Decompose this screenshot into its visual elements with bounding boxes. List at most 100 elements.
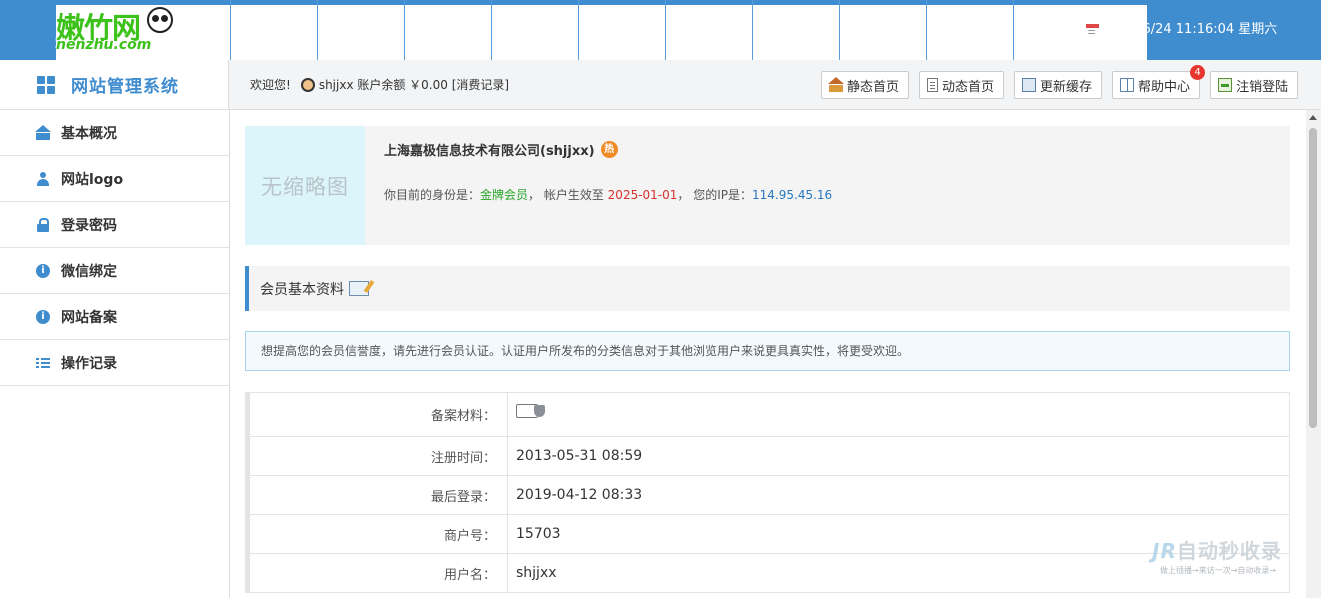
profile-card: 无缩略图 上海嘉极信息技术有限公司(shjjxx) 热 你目前的身份是：金牌会员… [245, 126, 1290, 245]
home-icon [828, 77, 844, 92]
nav-page-management[interactable]: 单页管理 [404, 0, 491, 60]
main-nav: 用户信息 网站设置 单页管理 文章管理 图文管理 下载管理 账户管理 微信管理 … [230, 0, 1015, 60]
info-icon: i [36, 263, 50, 278]
sub-header: 网站管理系统 欢迎您! shjjxx 账户余额 ￥0.00 [消费记录] 静态首… [0, 60, 1321, 110]
help-center-button[interactable]: 帮助中心 4 [1112, 65, 1206, 99]
nav-wechat-management[interactable]: 微信管理 [839, 0, 926, 60]
account-balance-text[interactable]: shjjxx 账户余额 ￥0.00 [消费记录] [319, 60, 509, 110]
nav-download-management[interactable]: 下载管理 [665, 0, 752, 60]
section-title-text: 会员基本资料 [260, 281, 344, 298]
nav-gallery-management[interactable]: 图文管理 [578, 0, 665, 60]
row-value: 2019-04-12 08:33 [508, 476, 1290, 514]
logout-button[interactable]: 注销登陆 [1210, 71, 1299, 99]
sidebar: 基本概况 网站logo 登录密码 i 微信绑定 i 网站备案 操作记录 [0, 110, 230, 598]
static-home-label: 静态首页 [847, 79, 900, 95]
datetime-display: 2023/6/24 11:16:04 星期六 [1086, 0, 1277, 60]
home-icon [35, 124, 51, 140]
member-info-table: 备案材料： 注册时间： 2013-05-31 08:59 最后登录： 2019-… [245, 392, 1290, 593]
id-card-icon[interactable] [516, 403, 545, 418]
info-icon: i [36, 309, 50, 324]
refresh-cache-label: 更新缓存 [1040, 79, 1093, 95]
user-icon [36, 171, 50, 186]
company-name: 上海嘉极信息技术有限公司(shjjxx) 热 [384, 140, 618, 159]
system-title: 网站管理系统 [71, 77, 179, 97]
list-icon [36, 356, 50, 370]
datetime-text: 2023/6/24 11:16:04 星期六 [1105, 22, 1278, 37]
row-value [508, 393, 1290, 436]
row-value: 2013-05-31 08:59 [508, 437, 1290, 475]
scroll-thumb[interactable] [1309, 128, 1317, 428]
identity-prefix: 你目前的身份是： [384, 188, 481, 202]
top-navbar: 嫩竹网 nenzhu.com 用户信息 网站设置 单页管理 文章管理 图文管理 … [0, 0, 1321, 493]
grid-icon [37, 75, 55, 94]
sidebar-item-label: 微信绑定 [61, 263, 117, 280]
sidebar-item-label: 登录密码 [61, 217, 117, 234]
nav-site-update[interactable]: 网站更新 [926, 0, 1015, 60]
nav-user-info[interactable]: 用户信息 [230, 0, 317, 60]
watermark: JR自动秒收录 做上插播→来访一次→自动收录→ [1152, 535, 1302, 575]
notification-badge: 4 [1190, 65, 1206, 80]
main-content: 无缩略图 上海嘉极信息技术有限公司(shjjxx) 热 你目前的身份是：金牌会员… [230, 110, 1321, 598]
ip-prefix: ， 您的IP是： [677, 188, 753, 202]
table-row: 最后登录： 2019-04-12 08:33 [250, 476, 1290, 515]
sidebar-item-operation-log[interactable]: 操作记录 [0, 340, 229, 386]
table-row: 用户名： shjjxx [250, 554, 1290, 593]
table-row: 注册时间： 2013-05-31 08:59 [250, 437, 1290, 476]
expiry-date: 2025-01-01 [607, 188, 678, 202]
watermark-logo: JR自动秒收录 [1152, 539, 1282, 563]
vertical-scrollbar[interactable] [1306, 110, 1321, 598]
row-label: 最后登录： [250, 476, 508, 514]
site-logo[interactable]: 嫩竹网 nenzhu.com [52, 5, 1147, 493]
row-label: 商户号： [250, 515, 508, 553]
sidebar-item-site-logo[interactable]: 网站logo [0, 156, 229, 202]
ip-address: 114.95.45.16 [752, 188, 833, 202]
welcome-message: 欢迎您! shjjxx 账户余额 ￥0.00 [消费记录] [250, 60, 509, 110]
user-avatar-icon [300, 78, 315, 92]
welcome-greeting: 欢迎您! [250, 78, 291, 92]
row-label: 注册时间： [250, 437, 508, 475]
section-title: 会员基本资料 [245, 266, 1290, 311]
book-icon [1120, 78, 1135, 92]
membership-level: 金牌会员 [480, 188, 529, 202]
dynamic-home-button[interactable]: 动态首页 [919, 71, 1005, 99]
logo-sub-text: nenzhu.com [56, 37, 152, 53]
refresh-cache-button[interactable]: 更新缓存 [1014, 71, 1103, 99]
sidebar-item-overview[interactable]: 基本概况 [0, 110, 229, 156]
logout-icon [1218, 78, 1233, 92]
verification-notice: 想提高您的会员信誉度，请先进行会员认证。认证用户所发布的分类信息对于其他浏览用户… [245, 331, 1290, 371]
table-row: 备案材料： [250, 393, 1290, 437]
nav-account-management[interactable]: 账户管理 [752, 0, 839, 60]
toolbar: 静态首页 动态首页 更新缓存 帮助中心 4 注销登陆 [821, 65, 1299, 99]
scroll-up-arrow-icon[interactable] [1309, 115, 1317, 120]
row-label: 用户名： [250, 554, 508, 592]
sidebar-item-login-password[interactable]: 登录密码 [0, 202, 229, 248]
sidebar-item-label: 操作记录 [61, 355, 117, 372]
help-center-label: 帮助中心 [1138, 79, 1191, 95]
sidebar-item-label: 网站备案 [61, 309, 117, 326]
validity-prefix: ， 帐户生效至 [528, 188, 608, 202]
sidebar-item-wechat-binding[interactable]: i 微信绑定 [0, 248, 229, 294]
edit-icon[interactable] [349, 281, 369, 296]
logout-label: 注销登陆 [1236, 79, 1289, 95]
hot-badge-icon: 热 [600, 141, 618, 158]
watermark-subtext: 做上插播→来访一次→自动收录→ [1160, 566, 1277, 575]
dynamic-home-label: 动态首页 [942, 79, 995, 95]
nav-article-management[interactable]: 文章管理 [491, 0, 578, 60]
lock-icon [36, 217, 50, 232]
table-row: 商户号： 15703 [250, 515, 1290, 554]
sidebar-item-site-filing[interactable]: i 网站备案 [0, 294, 229, 340]
document-icon [927, 78, 939, 92]
thumbnail-placeholder: 无缩略图 [245, 126, 365, 245]
panda-icon [147, 7, 173, 33]
refresh-icon [1022, 78, 1037, 92]
static-home-button[interactable]: 静态首页 [821, 71, 910, 99]
watermark-logo-text: 自动秒收录 [1176, 539, 1282, 563]
sidebar-item-label: 基本概况 [61, 125, 117, 142]
row-label: 备案材料： [250, 393, 508, 436]
calendar-icon [1086, 23, 1099, 37]
system-title-block: 网站管理系统 [0, 60, 229, 109]
membership-info: 你目前的身份是：金牌会员， 帐户生效至 2025-01-01， 您的IP是：11… [384, 186, 832, 203]
company-name-text: 上海嘉极信息技术有限公司(shjjxx) [384, 144, 595, 159]
nav-site-settings[interactable]: 网站设置 [317, 0, 404, 60]
sidebar-item-label: 网站logo [61, 171, 124, 188]
